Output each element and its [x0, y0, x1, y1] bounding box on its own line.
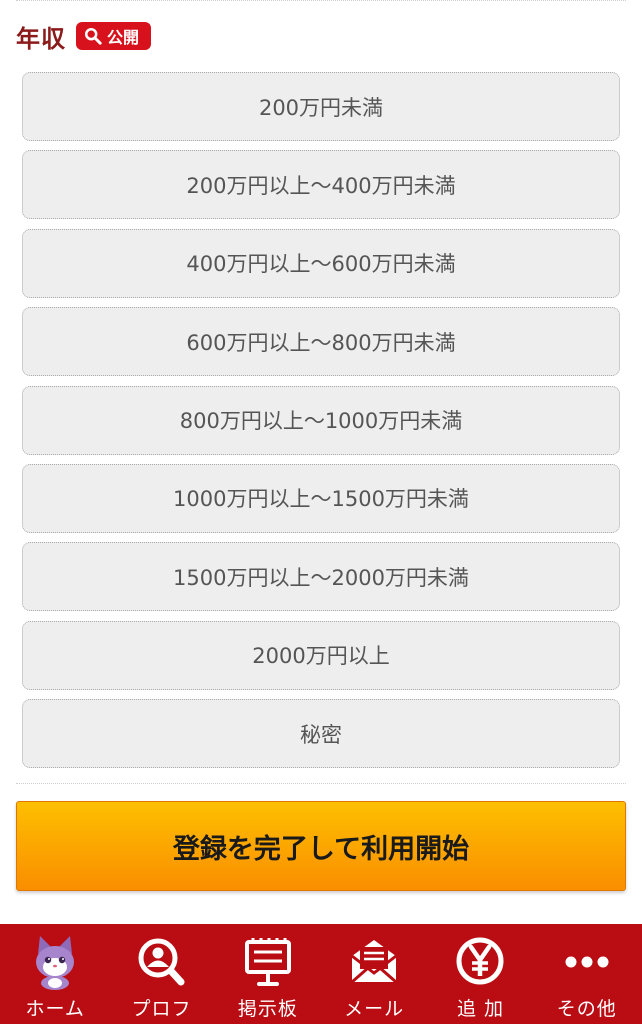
income-option[interactable]: 800万円以上～1000万円未満 [22, 385, 620, 455]
nav-label: メール [344, 998, 405, 1020]
nav-other[interactable]: その他 [534, 924, 640, 1024]
yen-coin-icon [453, 932, 507, 990]
nav-mail[interactable]: メール [321, 924, 427, 1024]
bottom-nav: ホーム プロフ 掲示板 メール 追 加 その他 [0, 924, 642, 1024]
income-option[interactable]: 秘密 [22, 699, 620, 769]
nav-add[interactable]: 追 加 [427, 924, 533, 1024]
income-option[interactable]: 200万円未満 [22, 72, 620, 141]
income-option[interactable]: 2000万円以上 [22, 620, 620, 690]
public-badge: 公開 [76, 22, 152, 50]
search-icon [84, 27, 102, 45]
income-option[interactable]: 1500万円以上～2000万円未満 [22, 542, 620, 612]
cat-mascot-icon [28, 932, 82, 990]
nav-bulletin-board[interactable]: 掲示板 [215, 924, 321, 1024]
top-divider [16, 0, 626, 1]
nav-label: その他 [556, 998, 617, 1020]
income-options-list: 200万円未満 200万円以上～400万円未満 400万円以上～600万円未満 … [22, 72, 620, 778]
complete-registration-button[interactable]: 登録を完了して利用開始 [16, 801, 626, 891]
mail-icon [347, 932, 401, 990]
income-option[interactable]: 400万円以上～600万円未満 [22, 228, 620, 298]
income-option[interactable]: 1000万円以上～1500万円未満 [22, 463, 620, 533]
public-badge-label: 公開 [107, 28, 140, 47]
income-option[interactable]: 200万円以上～400万円未満 [22, 150, 620, 220]
section-title: 年収 [16, 24, 66, 53]
profile-search-icon [134, 932, 188, 990]
nav-home[interactable]: ホーム [2, 924, 108, 1024]
nav-label: プロフ [131, 998, 192, 1020]
more-dots-icon [560, 932, 614, 990]
nav-label: 掲示板 [237, 998, 298, 1020]
registration-page: 年収 公開 200万円未満 200万円以上～400万円未満 400万円以上～60… [0, 0, 642, 1024]
nav-label: ホーム [25, 998, 85, 1020]
nav-label: 追 加 [456, 998, 504, 1020]
income-section-header: 年収 公開 [16, 20, 152, 53]
bulletin-board-icon [241, 932, 295, 990]
income-option[interactable]: 600万円以上～800万円未満 [22, 307, 620, 377]
nav-profile[interactable]: プロフ [108, 924, 214, 1024]
bottom-divider [16, 783, 626, 784]
